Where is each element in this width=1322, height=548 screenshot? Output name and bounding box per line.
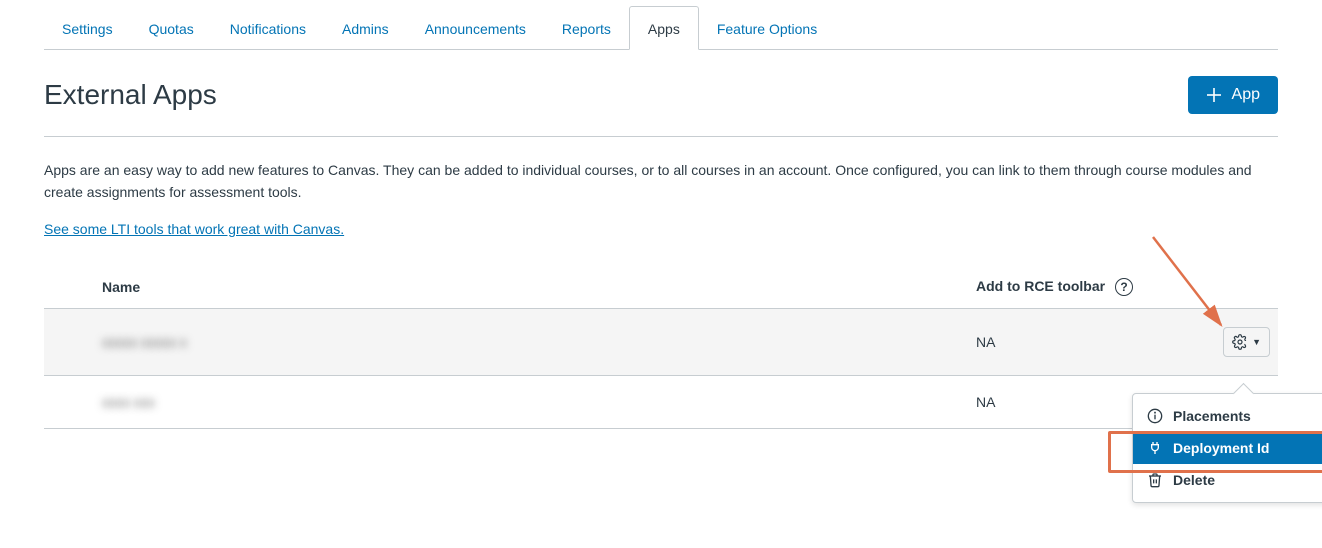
page-header: External Apps App — [44, 76, 1278, 137]
help-icon[interactable]: ? — [1115, 278, 1133, 296]
menu-placements-label: Placements — [1173, 408, 1251, 424]
header-rce-label: Add to RCE toolbar — [976, 278, 1105, 294]
trash-icon — [1147, 472, 1163, 488]
tab-settings[interactable]: Settings — [44, 7, 131, 49]
menu-deployment-id[interactable]: Deployment Id — [1133, 432, 1322, 464]
header-rce: Add to RCE toolbar ? — [968, 266, 1168, 309]
app-rce-cell: NA — [968, 309, 1168, 376]
add-app-label: App — [1232, 86, 1260, 104]
tab-admins[interactable]: Admins — [324, 7, 407, 49]
menu-delete[interactable]: Delete — [1133, 464, 1322, 496]
menu-placements[interactable]: Placements — [1133, 400, 1322, 432]
menu-deployment-id-label: Deployment Id — [1173, 440, 1269, 456]
intro-block: Apps are an easy way to add new features… — [44, 159, 1278, 240]
header-actions — [1168, 266, 1278, 309]
lti-tools-link[interactable]: See some LTI tools that work great with … — [44, 221, 344, 237]
app-name-cell: xxxxx xxxxx x — [102, 334, 187, 350]
table-row: xxxx xxx NA — [44, 376, 1278, 429]
tab-feature-options[interactable]: Feature Options — [699, 7, 835, 49]
add-app-button[interactable]: App — [1188, 76, 1278, 114]
apps-table: Name Add to RCE toolbar ? xxxxx xxxxx x … — [44, 266, 1278, 429]
app-actions-button[interactable]: ▼ — [1223, 327, 1270, 357]
gear-icon — [1232, 334, 1248, 350]
header-name: Name — [44, 266, 968, 309]
caret-down-icon: ▼ — [1252, 337, 1261, 347]
info-icon — [1147, 408, 1163, 424]
settings-tabs: Settings Quotas Notifications Admins Ann… — [44, 0, 1278, 50]
page-title: External Apps — [44, 79, 217, 111]
intro-text: Apps are an easy way to add new features… — [44, 159, 1278, 204]
tab-announcements[interactable]: Announcements — [407, 7, 544, 49]
app-name-cell: xxxx xxx — [102, 394, 155, 410]
plug-icon — [1147, 440, 1163, 456]
menu-delete-label: Delete — [1173, 472, 1215, 488]
tab-reports[interactable]: Reports — [544, 7, 629, 49]
plus-icon — [1206, 87, 1222, 103]
app-actions-menu: Placements Deployment Id Delete — [1132, 393, 1322, 503]
tab-apps[interactable]: Apps — [629, 6, 699, 50]
tab-notifications[interactable]: Notifications — [212, 7, 324, 49]
tab-quotas[interactable]: Quotas — [131, 7, 212, 49]
table-row: xxxxx xxxxx x NA ▼ — [44, 309, 1278, 376]
